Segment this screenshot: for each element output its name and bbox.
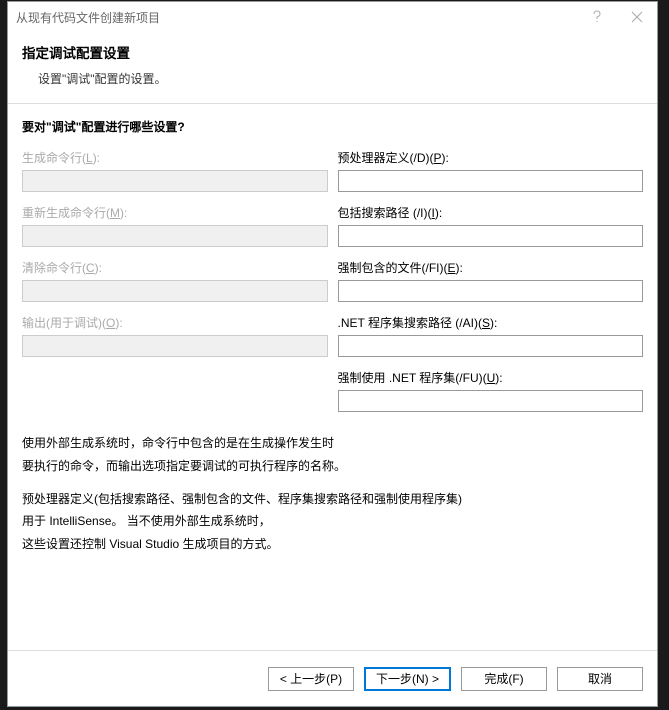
- label-rebuild-cmd: 重新生成命令行(M):: [22, 204, 328, 221]
- input-preproc[interactable]: [338, 170, 644, 192]
- field-assembly-search: .NET 程序集搜索路径 (/AI)(S):: [338, 314, 644, 357]
- titlebar: 从现有代码文件创建新项目: [8, 2, 657, 32]
- input-forced-using[interactable]: [338, 390, 644, 412]
- field-include: 包括搜索路径 (/I)(I):: [338, 204, 644, 247]
- left-column: 生成命令行(L): 重新生成命令行(M): 清除命令行(C): 输出(用于调试)…: [22, 149, 328, 424]
- close-button[interactable]: [617, 2, 657, 32]
- form-grid: 生成命令行(L): 重新生成命令行(M): 清除命令行(C): 输出(用于调试)…: [22, 149, 643, 424]
- label-assembly-search: .NET 程序集搜索路径 (/AI)(S):: [338, 314, 644, 331]
- field-preproc: 预处理器定义(/D)(P):: [338, 149, 644, 192]
- input-rebuild-cmd: [22, 225, 328, 247]
- help-button[interactable]: [577, 2, 617, 32]
- titlebar-controls: [577, 2, 657, 32]
- input-output: [22, 335, 328, 357]
- footer: < 上一步(P) 下一步(N) > 完成(F) 取消: [8, 650, 657, 706]
- next-button[interactable]: 下一步(N) >: [364, 667, 451, 691]
- cancel-button[interactable]: 取消: [557, 667, 643, 691]
- label-clean-cmd: 清除命令行(C):: [22, 259, 328, 276]
- window-title: 从现有代码文件创建新项目: [16, 9, 577, 26]
- close-icon: [631, 11, 643, 23]
- input-clean-cmd: [22, 280, 328, 302]
- input-build-cmd: [22, 170, 328, 192]
- field-clean-cmd: 清除命令行(C):: [22, 259, 328, 302]
- field-output: 输出(用于调试)(O):: [22, 314, 328, 357]
- label-output: 输出(用于调试)(O):: [22, 314, 328, 331]
- page-subtitle: 设置"调试"配置的设置。: [22, 70, 643, 87]
- description-p1: 使用外部生成系统时，命令行中包含的是在生成操作发生时 要执行的命令，而输出选项指…: [22, 432, 643, 478]
- description-p2: 预处理器定义(包括搜索路径、强制包含的文件、程序集搜索路径和强制使用程序集) 用…: [22, 488, 643, 556]
- input-assembly-search[interactable]: [338, 335, 644, 357]
- section-title: 要对"调试"配置进行哪些设置?: [22, 118, 643, 135]
- input-forced-inc[interactable]: [338, 280, 644, 302]
- help-icon: [592, 10, 602, 24]
- label-forced-using: 强制使用 .NET 程序集(/FU)(U):: [338, 369, 644, 386]
- header: 指定调试配置设置 设置"调试"配置的设置。: [8, 32, 657, 103]
- field-build-cmd: 生成命令行(L):: [22, 149, 328, 192]
- field-rebuild-cmd: 重新生成命令行(M):: [22, 204, 328, 247]
- label-forced-inc: 强制包含的文件(/FI)(E):: [338, 259, 644, 276]
- label-build-cmd: 生成命令行(L):: [22, 149, 328, 166]
- prev-button[interactable]: < 上一步(P): [268, 667, 354, 691]
- wizard-dialog: 从现有代码文件创建新项目 指定调试配置设置 设置"调试"配置的设置。 要对"调试…: [7, 1, 658, 707]
- field-forced-inc: 强制包含的文件(/FI)(E):: [338, 259, 644, 302]
- label-preproc: 预处理器定义(/D)(P):: [338, 149, 644, 166]
- page-title: 指定调试配置设置: [22, 42, 643, 62]
- description: 使用外部生成系统时，命令行中包含的是在生成操作发生时 要执行的命令，而输出选项指…: [22, 432, 643, 556]
- field-forced-using: 强制使用 .NET 程序集(/FU)(U):: [338, 369, 644, 412]
- input-include[interactable]: [338, 225, 644, 247]
- label-include: 包括搜索路径 (/I)(I):: [338, 204, 644, 221]
- right-column: 预处理器定义(/D)(P): 包括搜索路径 (/I)(I): 强制包含的文件(/…: [338, 149, 644, 424]
- finish-button[interactable]: 完成(F): [461, 667, 547, 691]
- content: 要对"调试"配置进行哪些设置? 生成命令行(L): 重新生成命令行(M): 清除…: [8, 104, 657, 650]
